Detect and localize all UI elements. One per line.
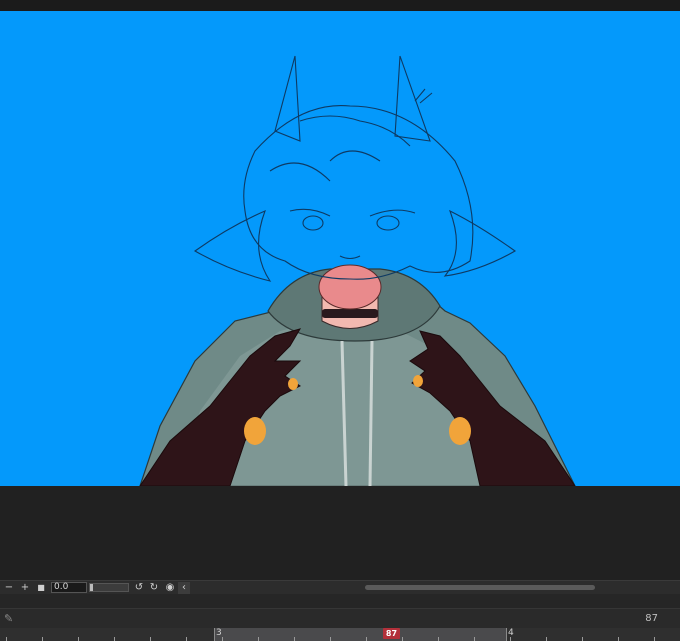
drawing-canvas[interactable] xyxy=(0,11,680,486)
loop-icon[interactable]: ↺ xyxy=(133,582,145,594)
second-label: 3 xyxy=(216,628,222,638)
ruler-tick xyxy=(42,637,50,641)
record-icon[interactable]: ◉ xyxy=(164,582,176,594)
speed-input[interactable]: 0.0 xyxy=(51,582,87,593)
right-paw-pad xyxy=(449,417,471,445)
timeline-ruler[interactable]: 3 4 87 xyxy=(0,628,680,641)
drawstring-right xyxy=(368,340,374,486)
zoom-in-icon[interactable]: + xyxy=(19,582,31,594)
ruler-tick xyxy=(258,637,266,641)
playback-toolbar: − + ■ 0.0 ↺ ↻ ◉ ‹ xyxy=(0,580,680,594)
ruler-tick xyxy=(582,637,590,641)
top-bar xyxy=(0,0,680,11)
animation-app-window: − + ■ 0.0 ↺ ↻ ◉ ‹ ✎ 87 3 4 87 xyxy=(0,0,680,641)
horizontal-scrollbar[interactable] xyxy=(365,585,595,590)
ruler-tick xyxy=(186,637,194,641)
stop-icon[interactable]: ■ xyxy=(35,582,47,594)
ruler-tick xyxy=(438,637,446,641)
tongue xyxy=(318,264,382,310)
character-artwork xyxy=(139,55,576,486)
playhead[interactable]: 87 xyxy=(383,628,400,639)
ruler-tick xyxy=(654,637,662,641)
slider-knob[interactable] xyxy=(90,584,93,591)
redo-loop-icon[interactable]: ↻ xyxy=(148,582,160,594)
ruler-tick xyxy=(546,637,554,641)
ruler-tick xyxy=(618,637,626,641)
ruler-tick xyxy=(366,637,374,641)
ruler-tick xyxy=(222,637,230,641)
second-marker-line xyxy=(506,628,507,641)
current-frame-readout: 87 xyxy=(645,613,658,624)
ruler-tick xyxy=(294,637,302,641)
pencil-icon[interactable]: ✎ xyxy=(4,612,13,625)
timeline-header: ✎ 87 xyxy=(0,608,680,628)
right-claw-tip xyxy=(413,375,423,387)
ruler-tick xyxy=(510,637,518,641)
ruler-tick xyxy=(78,637,86,641)
collapse-icon[interactable]: ‹ xyxy=(178,582,190,594)
second-marker-line xyxy=(214,628,215,641)
ruler-tick xyxy=(330,637,338,641)
ruler-tick xyxy=(474,637,482,641)
choker xyxy=(322,309,378,318)
panel-divider xyxy=(0,594,680,608)
left-claw-tip xyxy=(288,378,298,390)
speed-slider[interactable] xyxy=(89,583,129,592)
ruler-tick xyxy=(150,637,158,641)
head-sketch xyxy=(193,55,517,282)
ruler-tick xyxy=(402,637,410,641)
ruler-tick xyxy=(6,637,14,641)
canvas-pasteboard xyxy=(0,486,680,580)
ruler-left-zone xyxy=(0,628,214,641)
zoom-out-icon[interactable]: − xyxy=(3,582,15,594)
ruler-tick xyxy=(114,637,122,641)
left-paw-pad xyxy=(244,417,266,445)
